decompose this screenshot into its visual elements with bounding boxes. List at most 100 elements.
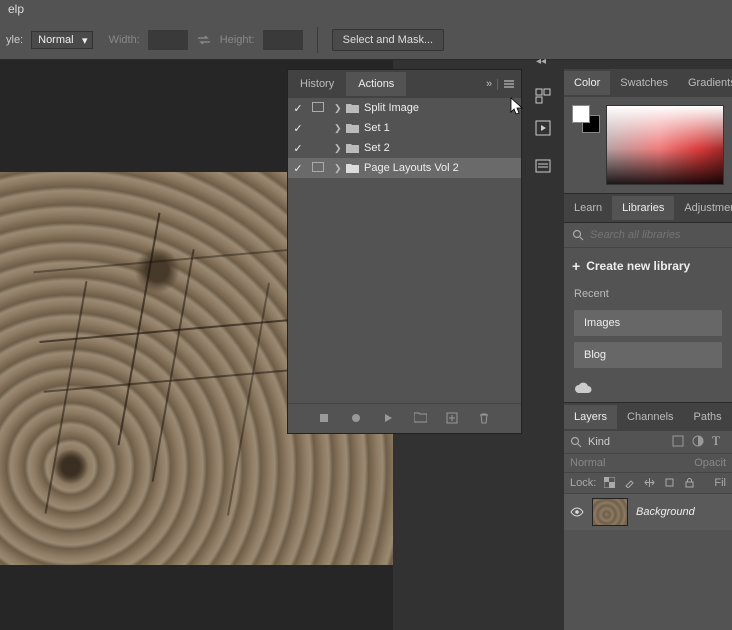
lock-row: Lock: Fil — [564, 473, 732, 494]
filter-image-icon[interactable] — [672, 435, 686, 449]
filter-adjust-icon[interactable] — [692, 435, 706, 449]
libraries-panel-tabs: Learn Libraries Adjustments — [564, 194, 732, 222]
panel-menu-icon[interactable] — [503, 78, 515, 90]
lock-transparent-icon[interactable] — [604, 477, 616, 489]
tab-swatches[interactable]: Swatches — [610, 71, 678, 95]
tab-adjustments[interactable]: Adjustments — [674, 196, 732, 220]
menubar: elp — [0, 0, 732, 20]
layers-panel-tabs: Layers Channels Paths — [564, 403, 732, 431]
actions-panel-tabs: History Actions » | — [288, 70, 521, 98]
style-label: yle: — [6, 34, 23, 46]
libraries-search-input[interactable] — [590, 229, 732, 241]
visibility-icon[interactable] — [570, 507, 584, 517]
expand-arrow-icon[interactable]: ❯ — [328, 103, 346, 114]
folder-icon — [346, 163, 364, 174]
swap-dimensions-icon[interactable] — [196, 32, 212, 48]
action-row[interactable]: ✓ ❯ Set 1 — [288, 118, 521, 138]
dialog-toggle[interactable] — [308, 162, 328, 175]
menu-help[interactable]: elp — [8, 2, 24, 16]
height-label: Height: — [220, 34, 255, 46]
action-name: Set 1 — [364, 122, 521, 134]
trash-icon[interactable] — [478, 412, 492, 426]
cloud-icon[interactable] — [564, 374, 732, 402]
tab-libraries[interactable]: Libraries — [612, 196, 674, 220]
tab-color[interactable]: Color — [564, 71, 610, 95]
libraries-search[interactable] — [564, 223, 732, 248]
expand-arrow-icon[interactable]: ❯ — [328, 163, 346, 174]
select-and-mask-button[interactable]: Select and Mask... — [332, 29, 445, 51]
tab-history[interactable]: History — [288, 72, 346, 96]
libraries-body: + Create new library Recent Images Blog — [564, 222, 732, 402]
tab-paths[interactable]: Paths — [684, 405, 732, 429]
fill-label[interactable]: Fil — [714, 477, 726, 489]
vertical-dock — [528, 69, 558, 175]
kind-label[interactable]: Kind — [588, 436, 610, 448]
lock-artboard-icon[interactable] — [664, 477, 676, 489]
action-row[interactable]: ✓ ❯ Set 2 — [288, 138, 521, 158]
action-row[interactable]: ✓ ❯ Split Image — [288, 98, 521, 118]
layers-body: Kind T Normal Opacit Lock: Fil Bac — [564, 431, 732, 630]
layer-name[interactable]: Background — [636, 506, 695, 518]
layer-row[interactable]: Background — [564, 494, 732, 530]
lock-position-icon[interactable] — [644, 477, 656, 489]
tab-layers[interactable]: Layers — [564, 405, 617, 429]
panel-icon-2[interactable] — [534, 157, 552, 175]
style-select[interactable]: Normal — [31, 31, 92, 49]
layer-thumbnail[interactable] — [592, 498, 628, 526]
actions-footer — [288, 403, 521, 433]
lock-paint-icon[interactable] — [624, 477, 636, 489]
blend-mode-row: Normal Opacit — [564, 454, 732, 473]
right-panel-column: Color Swatches Gradients Learn Libraries… — [564, 69, 732, 630]
panel-icon[interactable] — [534, 87, 552, 105]
opacity-label[interactable]: Opacit — [694, 457, 726, 469]
layer-filter-row: Kind T — [564, 431, 732, 454]
new-action-icon[interactable] — [446, 412, 460, 426]
folder-icon — [346, 143, 364, 154]
library-item[interactable]: Blog — [574, 342, 722, 368]
record-icon[interactable] — [350, 412, 364, 426]
lock-all-icon[interactable] — [684, 477, 696, 489]
height-input[interactable] — [263, 30, 303, 50]
foreground-color-swatch[interactable] — [572, 105, 590, 123]
search-icon[interactable] — [570, 436, 582, 448]
play-panel-icon[interactable] — [534, 119, 552, 137]
actions-panel: History Actions » | ✓ ❯ Split Image ✓ ❯ … — [287, 69, 522, 434]
check-icon[interactable]: ✓ — [288, 162, 308, 175]
lock-label: Lock: — [570, 477, 596, 489]
play-icon[interactable] — [382, 412, 396, 426]
blend-mode-select[interactable]: Normal — [570, 457, 605, 469]
check-icon[interactable]: ✓ — [288, 122, 308, 135]
action-name: Split Image — [364, 102, 521, 114]
library-item[interactable]: Images — [574, 310, 722, 336]
expand-arrow-icon[interactable]: ❯ — [328, 123, 346, 134]
create-library-button[interactable]: + Create new library — [564, 248, 732, 284]
check-icon[interactable]: ✓ — [288, 102, 308, 115]
color-panel-body — [564, 97, 732, 193]
recent-label: Recent — [564, 284, 732, 304]
plus-icon: + — [572, 258, 580, 274]
folder-icon — [346, 123, 364, 134]
dialog-toggle[interactable] — [308, 102, 328, 115]
new-set-icon[interactable] — [414, 412, 428, 426]
tab-gradients[interactable]: Gradients — [678, 71, 732, 95]
stop-icon[interactable] — [318, 412, 332, 426]
collapse-panels-icon[interactable]: ◂◂ — [536, 56, 546, 67]
width-label: Width: — [109, 34, 140, 46]
action-name: Set 2 — [364, 142, 521, 154]
width-input[interactable] — [148, 30, 188, 50]
tab-actions[interactable]: Actions — [346, 72, 406, 96]
filter-type-icon[interactable]: T — [712, 435, 726, 449]
action-row[interactable]: ✓ ❯ Page Layouts Vol 2 — [288, 158, 521, 178]
options-bar: yle: Normal Width: Height: Select and Ma… — [0, 20, 732, 60]
tab-channels[interactable]: Channels — [617, 405, 683, 429]
expand-arrow-icon[interactable]: ❯ — [328, 143, 346, 154]
folder-icon — [346, 103, 364, 114]
fg-bg-swatch[interactable] — [572, 105, 600, 133]
expand-icon[interactable]: » — [486, 78, 492, 90]
color-spectrum[interactable] — [606, 105, 724, 185]
tab-learn[interactable]: Learn — [564, 196, 612, 220]
check-icon[interactable]: ✓ — [288, 142, 308, 155]
action-name: Page Layouts Vol 2 — [364, 162, 521, 174]
search-icon — [572, 229, 584, 241]
color-panel-tabs: Color Swatches Gradients — [564, 69, 732, 97]
